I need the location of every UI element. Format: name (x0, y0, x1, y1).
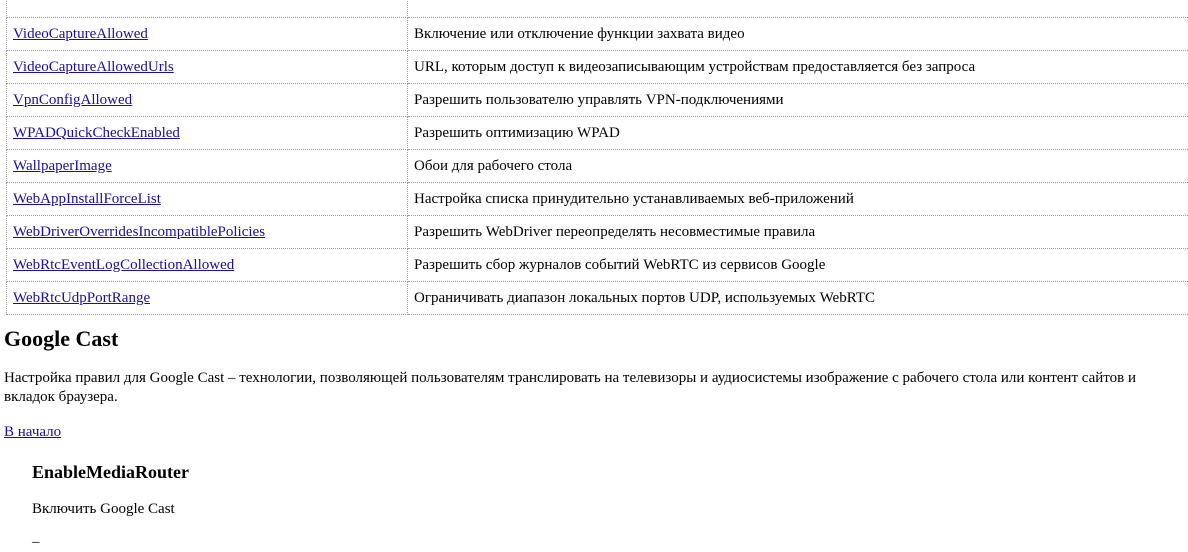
policy-name-cell (7, 0, 408, 18)
table-row: WebAppInstallForceList Настройка списка … (7, 183, 1188, 216)
section-title: Google Cast (4, 323, 1188, 355)
policy-description-cell: Разрешить пользователю управлять VPN-под… (408, 84, 1188, 117)
policy-description-cell: URL, которым доступ к видеозаписывающим … (408, 51, 1188, 84)
policy-name-cell: WPADQuickCheckEnabled (7, 117, 408, 150)
google-cast-section: Google Cast Настройка правил для Google … (4, 323, 1188, 552)
policy-name-cell: VideoCaptureAllowedUrls (7, 51, 408, 84)
table-row (7, 0, 1188, 18)
policy-link-wallpaperimage[interactable]: WallpaperImage (13, 158, 112, 174)
back-to-top-link[interactable]: В начало (4, 423, 1188, 442)
table-row: VideoCaptureAllowed Включение или отключ… (7, 18, 1188, 51)
policy-link-webappinstallforcelist[interactable]: WebAppInstallForceList (13, 191, 161, 207)
policies-table: VideoCaptureAllowed Включение или отключ… (6, 0, 1188, 315)
table-row: VideoCaptureAllowedUrls URL, которым дос… (7, 51, 1188, 84)
policy-link-vpnconfigallowed[interactable]: VpnConfigAllowed (13, 92, 132, 108)
policy-partial-text: – (32, 533, 1188, 552)
table-row: WebDriverOverridesIncompatiblePolicies Р… (7, 216, 1188, 249)
policy-link-wpadquickcheckenabled[interactable]: WPADQuickCheckEnabled (13, 125, 180, 141)
policy-link-videocaptureallowedurls[interactable]: VideoCaptureAllowedUrls (13, 59, 174, 75)
policy-description-cell: Ограничивать диапазон локальных портов U… (408, 282, 1188, 315)
policy-description-cell (408, 0, 1188, 18)
policy-link-webrtcudpportrange[interactable]: WebRtcUdpPortRange (13, 290, 150, 306)
policy-title: EnableMediaRouter (32, 460, 1188, 484)
policy-name-cell: VideoCaptureAllowed (7, 18, 408, 51)
table-row: WallpaperImage Обои для рабочего стола (7, 150, 1188, 183)
policy-name-cell: WallpaperImage (7, 150, 408, 183)
policy-description-cell: Разрешить оптимизацию WPAD (408, 117, 1188, 150)
policy-description-cell: Разрешить сбор журналов событий WebRTC и… (408, 249, 1188, 282)
policy-name-cell: VpnConfigAllowed (7, 84, 408, 117)
policy-name-cell: WebAppInstallForceList (7, 183, 408, 216)
table-row: WebRtcEventLogCollectionAllowed Разрешит… (7, 249, 1188, 282)
policy-name-cell: WebDriverOverridesIncompatiblePolicies (7, 216, 408, 249)
policy-caption: Включить Google Cast (32, 500, 1188, 519)
table-row: VpnConfigAllowed Разрешить пользователю … (7, 84, 1188, 117)
policy-link-webdriveroverridesincompatiblepolicies[interactable]: WebDriverOverridesIncompatiblePolicies (13, 224, 265, 240)
policy-name-cell: WebRtcUdpPortRange (7, 282, 408, 315)
policy-block-enablemediarouter: EnableMediaRouter Включить Google Cast – (32, 460, 1188, 552)
section-description: Настройка правил для Google Cast – техно… (4, 369, 1188, 407)
table-row: WPADQuickCheckEnabled Разрешить оптимиза… (7, 117, 1188, 150)
policy-link-videocaptureallowed[interactable]: VideoCaptureAllowed (13, 26, 148, 42)
policy-link-webrtceventlogcollectionallowed[interactable]: WebRtcEventLogCollectionAllowed (13, 257, 234, 273)
policy-description-cell: Разрешить WebDriver переопределять несов… (408, 216, 1188, 249)
policy-description-cell: Обои для рабочего стола (408, 150, 1188, 183)
table-row: WebRtcUdpPortRange Ограничивать диапазон… (7, 282, 1188, 315)
policy-name-cell: WebRtcEventLogCollectionAllowed (7, 249, 408, 282)
policy-description-cell: Включение или отключение функции захвата… (408, 18, 1188, 51)
policy-description-cell: Настройка списка принудительно устанавли… (408, 183, 1188, 216)
